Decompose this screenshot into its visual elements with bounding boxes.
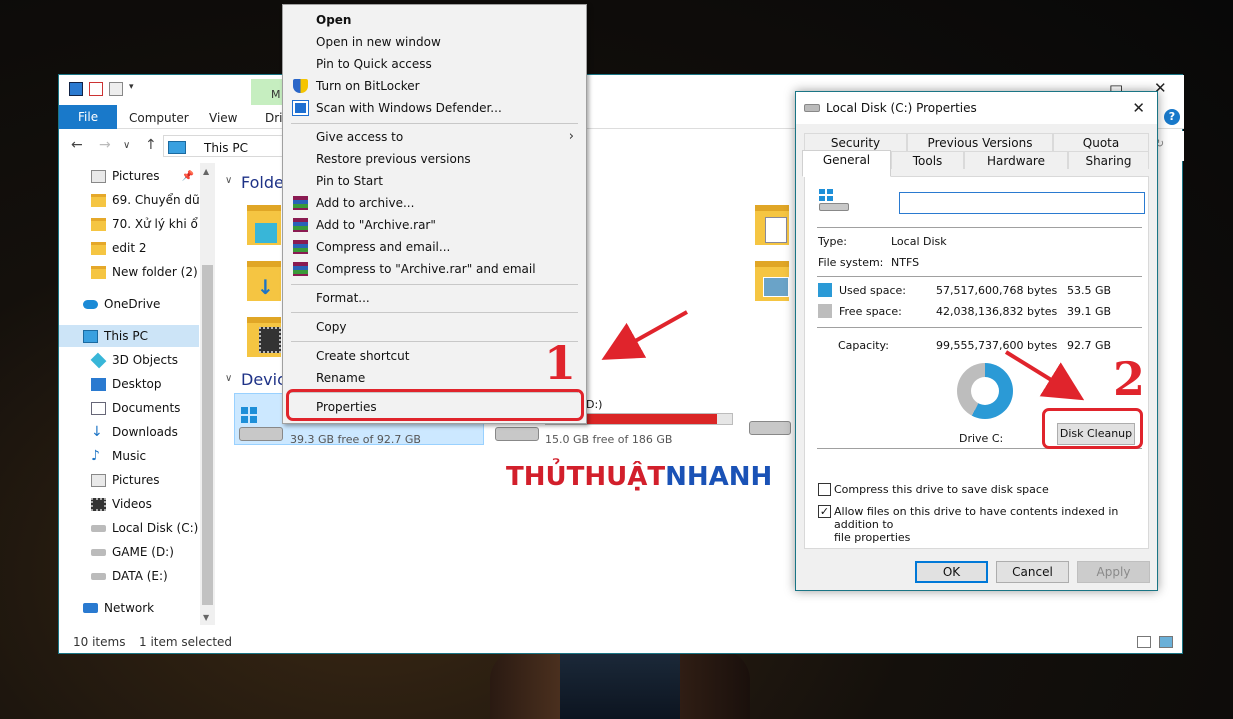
arrow-to-disk-cleanup bbox=[1004, 350, 1085, 401]
arrow-to-properties bbox=[601, 310, 688, 360]
tab-general[interactable]: General bbox=[802, 150, 891, 177]
annotation-arrows bbox=[601, 310, 1085, 401]
watermark-logo: THỦTHUẬTNHANH bbox=[506, 462, 772, 492]
watermark-part2: NHANH bbox=[665, 462, 773, 492]
watermark-part1: THỦTHUẬT bbox=[506, 462, 666, 492]
